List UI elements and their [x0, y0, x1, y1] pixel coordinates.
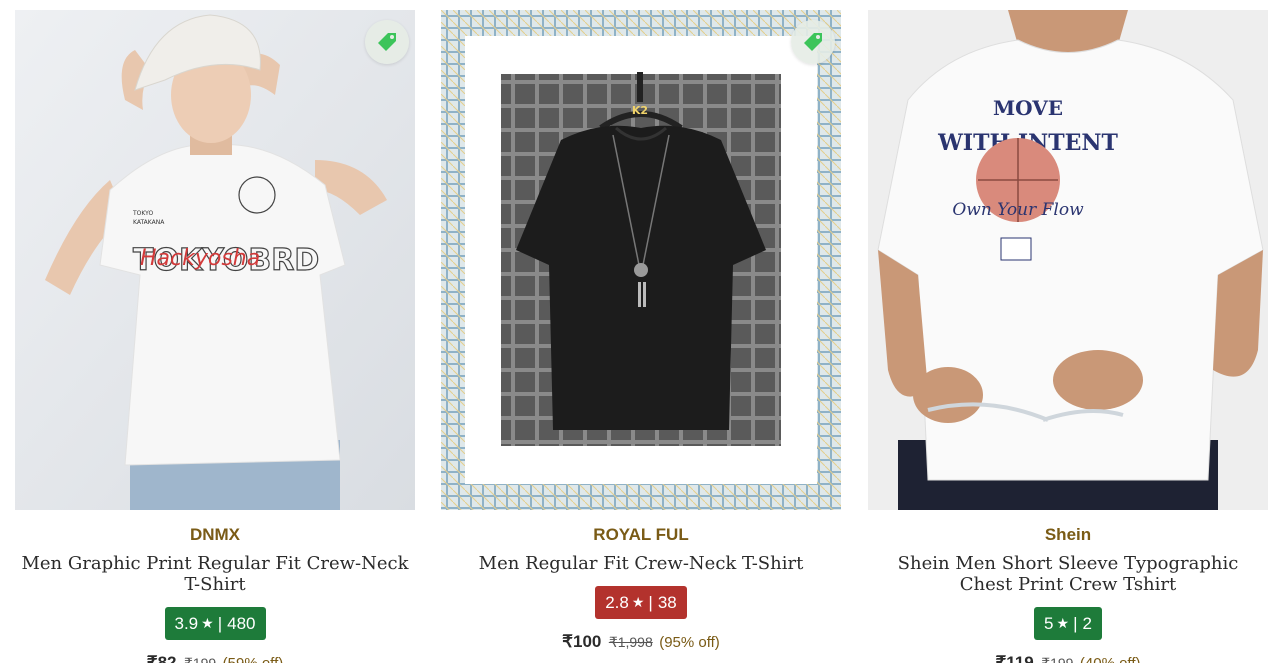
star-icon: ★ — [1056, 615, 1070, 631]
price-row: ₹82 ₹199 (59% off) — [15, 652, 415, 663]
rating-separator: | — [217, 614, 223, 633]
price-row: ₹119 ₹199 (40% off) — [868, 652, 1268, 663]
product-card[interactable]: MOVE WITH INTENT Own Your Flow Shein She… — [868, 10, 1268, 663]
svg-text:TOKYO: TOKYO — [132, 210, 153, 217]
product-card[interactable]: TOKYOBRD Hackyosha TOKYO KATAKANA DNMX M… — [15, 10, 415, 663]
rating-separator: | — [648, 593, 653, 612]
mrp-price: ₹199 — [183, 655, 217, 663]
star-icon: ★ — [631, 594, 645, 610]
sale-price: ₹82 — [146, 653, 177, 663]
rating-count: 480 — [227, 614, 256, 633]
product-card[interactable]: K2 ROYAL FUL Men Regular Fit Crew-Neck T… — [441, 10, 841, 654]
discount-text: (95% off) — [659, 634, 720, 651]
rating-value: 3.9 — [174, 614, 199, 633]
rating-badge[interactable]: 5 ★ | 2 — [1034, 607, 1102, 640]
product-title[interactable]: Men Graphic Print Regular Fit Crew-Neck … — [15, 553, 415, 595]
product-title[interactable]: Men Regular Fit Crew-Neck T-Shirt — [441, 553, 841, 574]
discount-text: (40% off) — [1080, 655, 1141, 663]
product-brand: ROYAL FUL — [593, 525, 689, 544]
product-image[interactable]: TOKYOBRD Hackyosha TOKYO KATAKANA — [15, 10, 415, 510]
sale-price: ₹100 — [562, 632, 602, 651]
svg-text:K2: K2 — [632, 104, 648, 117]
mrp-price: ₹1,998 — [608, 634, 653, 650]
price-row: ₹100 ₹1,998 (95% off) — [441, 631, 841, 654]
star-icon: ★ — [201, 615, 214, 631]
product-image[interactable]: MOVE WITH INTENT Own Your Flow — [868, 10, 1268, 510]
product-brand: DNMX — [189, 525, 241, 544]
rating-badge[interactable]: 3.9 ★ | 480 — [164, 607, 266, 640]
svg-text:KATAKANA: KATAKANA — [133, 219, 165, 226]
mrp-price: ₹199 — [1041, 655, 1074, 663]
price-tag-icon[interactable] — [365, 20, 409, 64]
rating-value: 2.8 — [605, 593, 629, 612]
price-tag-icon[interactable] — [791, 20, 835, 64]
svg-text:Hackyosha: Hackyosha — [140, 246, 260, 271]
product-image[interactable]: K2 — [441, 10, 841, 510]
product-title[interactable]: Shein Men Short Sleeve Typographic Chest… — [868, 553, 1268, 595]
svg-text:MOVE: MOVE — [993, 96, 1063, 120]
rating-separator: | — [1073, 614, 1078, 633]
rating-count: 38 — [657, 593, 677, 612]
svg-text:Own Your Flow: Own Your Flow — [952, 200, 1084, 220]
sale-price: ₹119 — [995, 653, 1034, 663]
rating-value: 5 — [1044, 614, 1054, 633]
discount-text: (59% off) — [223, 655, 284, 663]
product-grid: TOKYOBRD Hackyosha TOKYO KATAKANA DNMX M… — [0, 0, 1280, 663]
rating-count: 2 — [1082, 614, 1092, 633]
rating-badge[interactable]: 2.8 ★ | 38 — [595, 586, 687, 619]
product-brand: Shein — [1044, 525, 1092, 544]
